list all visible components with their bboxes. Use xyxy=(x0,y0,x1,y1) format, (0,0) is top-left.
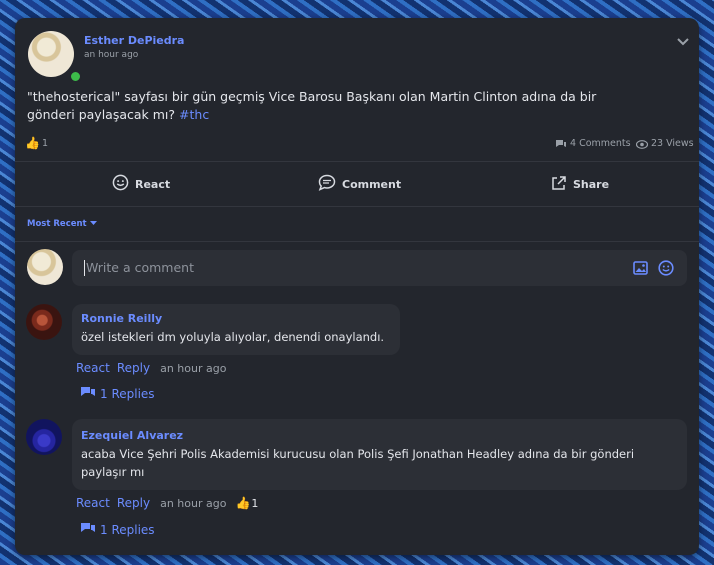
comment-reply-link[interactable]: Reply xyxy=(117,496,150,510)
post-timestamp[interactable]: an hour ago xyxy=(84,50,138,60)
reaction-count: 1 xyxy=(41,137,48,149)
comment-reply-link[interactable]: Reply xyxy=(117,361,150,375)
text-cursor xyxy=(84,260,85,276)
author-avatar[interactable] xyxy=(28,31,74,77)
comment-placeholder: Write a comment xyxy=(86,260,194,275)
replies-label: 1 Replies xyxy=(100,387,155,401)
comment-react-link[interactable]: React xyxy=(76,361,110,375)
comment-text: acaba Vice Şehri Polis Akademisi kurucus… xyxy=(81,447,635,479)
commenter-avatar[interactable] xyxy=(26,304,62,340)
comment-react-link[interactable]: React xyxy=(76,496,110,510)
share-button[interactable]: Share xyxy=(551,173,609,195)
smiley-icon xyxy=(112,174,129,194)
post-body: "thehosterical" sayfası bir gün geçmiş V… xyxy=(27,88,647,124)
comment-bubble: Ezequiel Alvarez acaba Vice Şehri Polis … xyxy=(72,419,687,490)
views-count: 23 Views xyxy=(635,134,694,153)
emoji-icon[interactable] xyxy=(658,260,674,280)
comment-button[interactable]: Comment xyxy=(318,173,401,195)
post-hashtag[interactable]: #thc xyxy=(179,107,209,122)
divider xyxy=(15,206,699,207)
comment-bubble: Ronnie Reilly özel istekleri dm yoluyla … xyxy=(72,304,400,355)
comment-timestamp[interactable]: an hour ago xyxy=(160,362,226,375)
replies-icon xyxy=(80,386,96,402)
post-author-name[interactable]: Esther DePiedra xyxy=(84,34,184,47)
react-label: React xyxy=(135,177,171,191)
sort-dropdown[interactable]: Most Recent xyxy=(27,219,97,229)
eye-icon xyxy=(635,134,649,153)
share-label: Share xyxy=(573,177,610,191)
thumbs-up-icon: 👍 xyxy=(235,496,251,510)
thumbs-up-icon: 👍 xyxy=(25,136,40,150)
view-replies-link[interactable]: 1 Replies xyxy=(80,522,155,538)
share-icon xyxy=(551,175,567,194)
divider xyxy=(15,241,699,242)
comment-icon xyxy=(318,174,336,194)
commenter-avatar[interactable] xyxy=(26,419,62,455)
comment-reaction-summary[interactable]: 👍 1 xyxy=(235,496,258,510)
post-options-chevron-icon[interactable] xyxy=(675,33,691,49)
comment-author[interactable]: Ezequiel Alvarez xyxy=(81,429,183,442)
view-replies-link[interactable]: 1 Replies xyxy=(80,386,155,402)
comment-label: Comment xyxy=(342,177,402,191)
comment-text: özel istekleri dm yoluyla alıyolar, dene… xyxy=(81,330,385,344)
views-count-label: 23 Views xyxy=(651,138,694,149)
comments-count[interactable]: 4 Comments xyxy=(555,134,631,153)
replies-label: 1 Replies xyxy=(100,523,155,537)
composer-avatar xyxy=(27,249,63,285)
online-status-dot xyxy=(69,70,82,83)
replies-icon xyxy=(80,522,96,538)
post-card: Esther DePiedra an hour ago "thehosteric… xyxy=(15,18,699,555)
divider xyxy=(15,161,699,162)
comments-icon xyxy=(555,134,567,153)
comment-input[interactable]: Write a comment xyxy=(72,250,687,286)
comment-timestamp[interactable]: an hour ago xyxy=(160,497,226,510)
comments-count-label: 4 Comments xyxy=(570,138,631,149)
caret-down-icon xyxy=(89,219,97,229)
comment-actions: React Reply an hour ago 👍 1 xyxy=(76,496,258,510)
reaction-summary[interactable]: 👍 1 xyxy=(25,136,48,150)
sort-label: Most Recent xyxy=(27,219,87,229)
comment-author[interactable]: Ronnie Reilly xyxy=(81,312,162,325)
comment-reaction-count: 1 xyxy=(251,496,259,510)
react-button[interactable]: React xyxy=(112,173,170,195)
comment-actions: React Reply an hour ago xyxy=(76,361,226,375)
image-icon[interactable] xyxy=(633,260,648,279)
post-text: "thehosterical" sayfası bir gün geçmiş V… xyxy=(27,89,597,122)
